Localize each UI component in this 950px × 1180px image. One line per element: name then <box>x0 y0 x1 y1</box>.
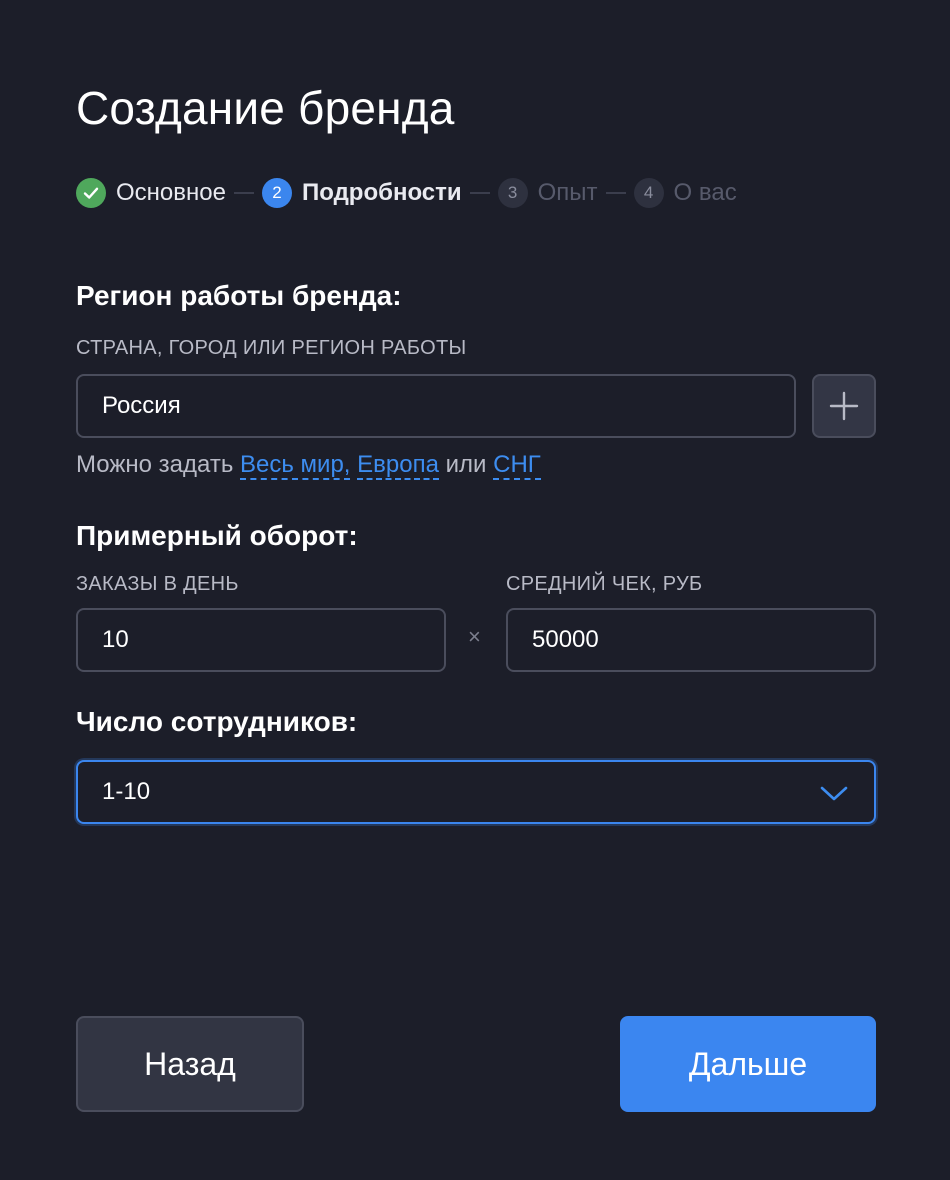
region-caption: СТРАНА, ГОРОД ИЛИ РЕГИОН РАБОТЫ <box>76 337 467 359</box>
employees-select[interactable]: 1-10 <box>76 760 876 824</box>
check-icon <box>76 178 106 208</box>
stepper: Основное 2 Подробности 3 Опыт 4 О вас <box>76 176 737 210</box>
hint-or: или <box>445 451 487 478</box>
link-whole-world[interactable]: Весь мир, <box>240 451 351 480</box>
multiply-sign: × <box>468 624 481 649</box>
step-label: О вас <box>673 179 737 206</box>
employees-selected-value: 1-10 <box>102 778 151 805</box>
step-number: 2 <box>261 178 292 208</box>
step-divider <box>469 192 490 194</box>
step-label: Основное <box>116 179 226 206</box>
turnover-heading: Примерный оборот: <box>76 520 358 551</box>
step-label: Опыт <box>537 179 598 206</box>
step-number: 4 <box>633 178 664 208</box>
page-title: Создание бренда <box>76 82 455 134</box>
step-number: 3 <box>497 178 528 208</box>
region-input[interactable]: Россия <box>76 374 796 438</box>
average-check-input[interactable]: 50000 <box>506 608 876 672</box>
step-basic[interactable]: Основное <box>76 178 226 208</box>
step-experience[interactable]: 3 Опыт <box>497 178 598 208</box>
next-button[interactable]: Дальше <box>620 1016 876 1112</box>
plus-icon <box>829 391 859 421</box>
orders-caption: ЗАКАЗЫ В ДЕНЬ <box>76 573 239 595</box>
step-about[interactable]: 4 О вас <box>633 178 737 208</box>
back-button[interactable]: Назад <box>76 1016 304 1112</box>
step-divider <box>233 192 254 194</box>
chevron-down-icon <box>820 786 848 801</box>
link-europe[interactable]: Европа <box>357 451 439 480</box>
link-cis[interactable]: СНГ <box>493 451 541 480</box>
step-details[interactable]: 2 Подробности <box>261 178 462 208</box>
orders-input-value: 10 <box>102 626 129 653</box>
hint-prefix: Можно задать <box>76 451 234 478</box>
check-input-value: 50000 <box>532 626 599 653</box>
step-divider <box>605 192 626 194</box>
orders-per-day-input[interactable]: 10 <box>76 608 446 672</box>
region-heading: Регион работы бренда: <box>76 280 402 311</box>
region-hint: Можно задать Весь мир, Европа или СНГ <box>76 448 541 482</box>
add-region-button[interactable] <box>812 374 876 438</box>
step-label: Подробности <box>301 179 462 206</box>
employees-heading: Число сотрудников: <box>76 706 358 737</box>
check-caption: СРЕДНИЙ ЧЕК, РУБ <box>506 573 703 595</box>
region-input-value: Россия <box>102 392 181 419</box>
